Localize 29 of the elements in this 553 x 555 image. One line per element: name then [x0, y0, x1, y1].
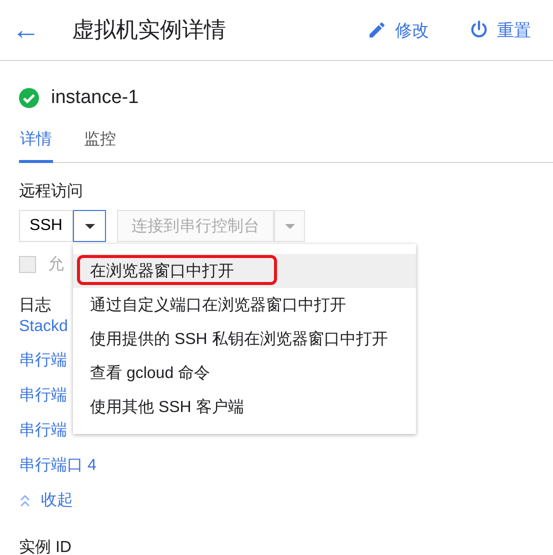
menu-item[interactable]: 通过自定义端口在浏览器窗口中打开 — [73, 288, 416, 322]
link[interactable]: 串行端 — [19, 420, 67, 441]
caret-icon — [284, 224, 294, 228]
collapse-button[interactable]: 收起 — [19, 490, 73, 511]
tab[interactable]: 详情 — [19, 123, 53, 163]
power-icon — [469, 20, 489, 40]
field-label: 实例 ID — [19, 538, 72, 555]
edit-button[interactable]: 修改 — [367, 18, 429, 42]
chevron-up-icon — [19, 494, 31, 506]
reset-button[interactable]: 重置 — [469, 18, 531, 42]
section-label: 日志 — [19, 296, 51, 316]
checkbox-label: 允 — [48, 255, 64, 275]
back-button[interactable]: ← — [12, 16, 40, 44]
pencil-icon — [367, 20, 387, 40]
link[interactable]: 串行端口 4 — [19, 455, 96, 476]
section-label: 远程访问 — [19, 182, 83, 202]
ssh-button[interactable]: SSH — [19, 210, 73, 242]
dropdown-button[interactable] — [73, 210, 106, 242]
menu-item[interactable]: 使用提供的 SSH 私钥在浏览器窗口中打开 — [73, 322, 416, 356]
menu-item[interactable]: 使用其他 SSH 客户端 — [73, 390, 416, 424]
page-title: 虚拟机实例详情 — [72, 16, 227, 44]
menu-item[interactable]: 查看 gcloud 命令 — [73, 356, 416, 390]
menu-item[interactable]: 在浏览器窗口中打开 — [73, 254, 416, 288]
link[interactable]: 串行端 — [19, 350, 67, 371]
tab[interactable]: 监控 — [83, 123, 117, 163]
link[interactable]: Stackd — [19, 318, 68, 336]
link[interactable]: 串行端 — [19, 385, 67, 406]
instance-name: instance-1 — [51, 87, 139, 109]
caret-icon — [84, 224, 94, 228]
